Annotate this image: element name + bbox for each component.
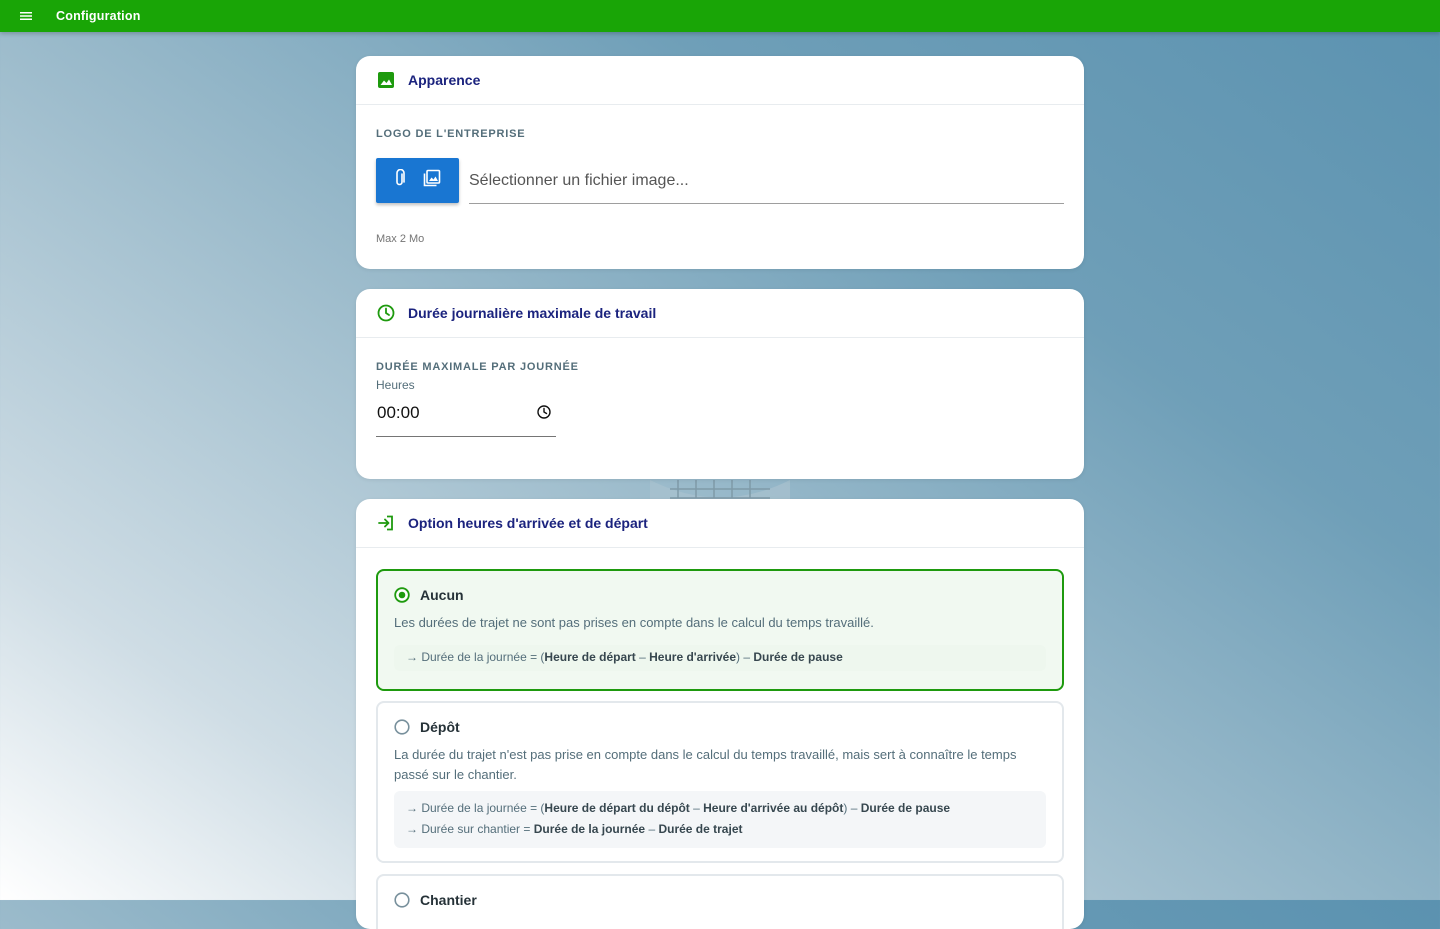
top-app-bar: Configuration	[0, 0, 1440, 32]
formula-box: → Durée de la journée = (Heure de départ…	[394, 791, 1046, 848]
paperclip-icon	[394, 168, 406, 192]
max-duration-title: Durée journalière maximale de travail	[408, 305, 657, 321]
logo-label: LOGO DE L'ENTREPRISE	[376, 128, 526, 140]
logo-file-picker	[376, 158, 1064, 204]
clock-outline-icon	[376, 303, 396, 323]
max-duration-card-header: Durée journalière maximale de travail	[356, 289, 1084, 338]
formula-box: → Durée de la journée = (Heure de départ…	[394, 645, 1046, 671]
arrival-departure-title: Option heures d'arrivée et de départ	[408, 515, 648, 531]
image-icon	[376, 70, 396, 90]
option-description: Les durées de trajet ne sont pas prises …	[394, 615, 874, 630]
appearance-title: Apparence	[408, 72, 481, 88]
appearance-card-header: Apparence	[356, 56, 1084, 105]
login-icon	[376, 513, 396, 533]
appearance-card: Apparence LOGO DE L'ENTREPRISE Max 2 Mo	[356, 56, 1084, 269]
option-description: La durée du trajet n'est pas prise en co…	[394, 747, 1017, 782]
select-file-button[interactable]	[376, 158, 459, 203]
option-aucun[interactable]: Aucun Les durées de trajet ne sont pas p…	[376, 569, 1064, 691]
photo-library-icon	[423, 169, 441, 192]
logo-file-input[interactable]	[469, 158, 1064, 204]
option-title: Dépôt	[420, 719, 460, 735]
hours-sublabel: Heures	[376, 378, 415, 392]
arrival-departure-card: Option heures d'arrivée et de départ Auc…	[356, 499, 1084, 929]
time-value: 00:00	[377, 403, 420, 422]
formula-line: → Durée sur chantier = Durée de la journ…	[406, 822, 743, 836]
max-duration-card: Durée journalière maximale de travail DU…	[356, 289, 1084, 479]
formula-line: → Durée de la journée = (Heure de départ…	[406, 650, 843, 664]
menu-icon[interactable]	[16, 6, 36, 26]
page-title: Configuration	[56, 9, 141, 23]
option-chantier[interactable]: Chantier	[376, 874, 1064, 929]
max-duration-time-input[interactable]: 00:00	[376, 397, 556, 437]
option-title: Chantier	[420, 892, 477, 908]
radio-unselected-icon[interactable]	[394, 719, 410, 735]
option-title: Aucun	[420, 587, 464, 603]
formula-line: → Durée de la journée = (Heure de départ…	[406, 801, 951, 815]
radio-unselected-icon[interactable]	[394, 892, 410, 908]
file-size-hint: Max 2 Mo	[376, 233, 425, 245]
max-duration-label: DURÉE MAXIMALE PAR JOURNÉE	[376, 361, 579, 373]
arrival-departure-card-header: Option heures d'arrivée et de départ	[356, 499, 1084, 548]
clock-icon[interactable]	[536, 404, 552, 420]
radio-selected-icon[interactable]	[394, 587, 410, 603]
option-depot[interactable]: Dépôt La durée du trajet n'est pas prise…	[376, 701, 1064, 863]
